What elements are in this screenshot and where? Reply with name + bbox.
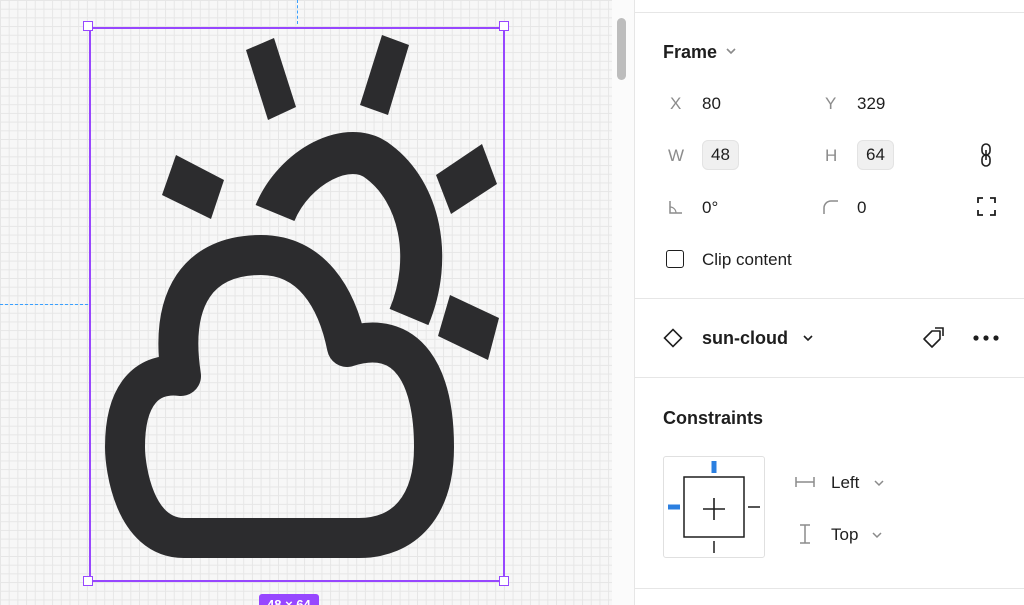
rotation-field[interactable]: 0°	[702, 198, 718, 218]
clip-content-label[interactable]: Clip content	[702, 250, 792, 270]
h-label: H	[825, 146, 838, 165]
x-value-field[interactable]: 80	[702, 94, 721, 114]
resize-handle-top-left[interactable]	[83, 21, 93, 31]
frame-section-title[interactable]: Frame	[663, 42, 717, 63]
y-value-field[interactable]: 329	[857, 94, 885, 114]
vertical-scrollbar-thumb[interactable]	[617, 18, 626, 80]
resize-handle-bottom-left[interactable]	[83, 576, 93, 586]
x-label: X	[670, 94, 682, 113]
corner-radius-field[interactable]: 0	[857, 198, 866, 218]
constrain-proportions-icon[interactable]	[977, 142, 995, 168]
more-options-icon[interactable]	[972, 333, 1000, 343]
vertical-scrollbar-track[interactable]	[612, 0, 634, 605]
vertical-guide-line	[297, 0, 298, 24]
chevron-down-icon[interactable]	[802, 333, 814, 343]
horizontal-constraint-icon	[795, 477, 815, 487]
section-divider	[635, 377, 1024, 378]
design-canvas[interactable]: 48 × 64	[0, 0, 634, 605]
horizontal-guide-line	[0, 304, 88, 305]
section-divider	[635, 12, 1024, 13]
y-label: Y	[825, 94, 837, 113]
height-field[interactable]: 64	[857, 140, 894, 170]
resize-handle-bottom-right[interactable]	[499, 576, 509, 586]
corner-radius-icon	[823, 200, 838, 214]
resize-handle-top-right[interactable]	[499, 21, 509, 31]
component-name[interactable]: sun-cloud	[702, 328, 788, 349]
selection-size-label: 48 × 64	[259, 594, 319, 605]
width-field[interactable]: 48	[702, 140, 739, 170]
constraints-diagram[interactable]	[664, 457, 764, 557]
constraints-widget[interactable]	[663, 456, 765, 558]
w-label: W	[668, 146, 685, 165]
chevron-down-icon[interactable]	[725, 46, 737, 56]
component-diamond-icon	[663, 328, 683, 348]
vertical-constraint-dropdown[interactable]: Top	[831, 525, 858, 545]
clip-content-checkbox[interactable]	[666, 250, 684, 268]
rotation-icon	[669, 201, 682, 214]
constraints-section-title: Constraints	[663, 408, 764, 428]
section-divider	[635, 298, 1024, 299]
vertical-constraint-icon	[800, 524, 810, 544]
properties-panel: Frame X 80 Y 329 W 48 H 64 0° 0 Clip con…	[634, 0, 1024, 605]
selected-frame-outline[interactable]	[89, 27, 505, 582]
chevron-down-icon[interactable]	[873, 478, 885, 488]
horizontal-constraint-dropdown[interactable]: Left	[831, 473, 859, 493]
go-to-main-component-icon[interactable]	[920, 325, 946, 351]
independent-corners-icon[interactable]	[976, 196, 997, 217]
section-divider	[635, 588, 1024, 589]
chevron-down-icon[interactable]	[871, 530, 883, 540]
